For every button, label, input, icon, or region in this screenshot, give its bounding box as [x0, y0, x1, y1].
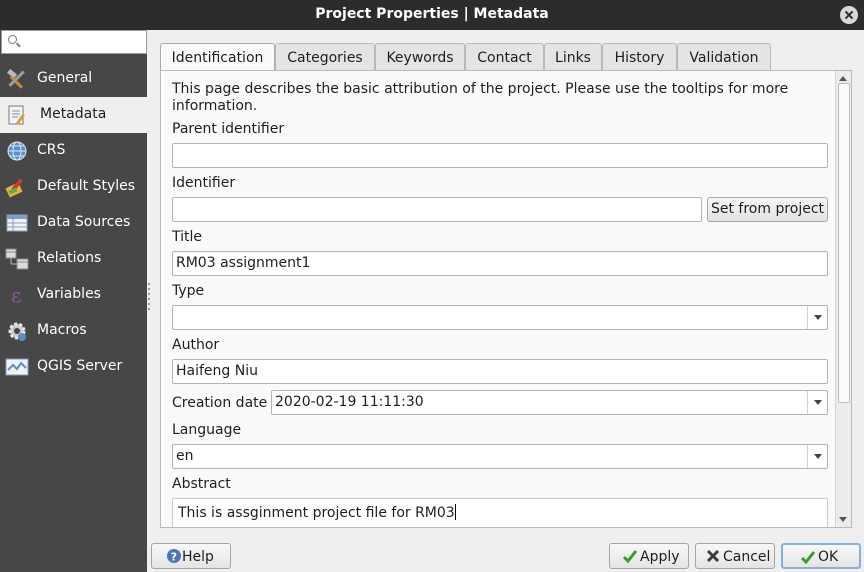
sidebar-item-label: Metadata: [40, 106, 107, 122]
creation-date-value: 2020-02-19 11:11:30: [275, 394, 424, 410]
chevron-down-icon[interactable]: [807, 391, 827, 414]
author-field[interactable]: Haifeng Niu: [172, 359, 828, 384]
sidebar-item-relations[interactable]: Relations: [0, 241, 147, 277]
globe-icon: [7, 141, 27, 161]
ok-button[interactable]: OK: [781, 543, 861, 569]
tab-validation[interactable]: Validation: [677, 43, 771, 71]
check-icon: [800, 551, 816, 565]
sidebar-search-input[interactable]: [1, 30, 147, 54]
title-bar[interactable]: Project Properties | Metadata: [0, 0, 864, 30]
svg-text:ε: ε: [11, 283, 21, 307]
help-label: Help: [182, 549, 214, 565]
scroll-down-icon[interactable]: [839, 517, 847, 522]
language-label: Language: [172, 422, 242, 438]
parent-identifier-field[interactable]: [172, 143, 828, 168]
sidebar-item-metadata[interactable]: Metadata: [0, 97, 147, 133]
sidebar-item-label: QGIS Server: [37, 358, 123, 374]
author-label: Author: [172, 337, 220, 353]
sidebar-item-label: Relations: [37, 250, 102, 266]
server-map-icon: [5, 358, 29, 376]
parent-identifier-label: Parent identifier: [172, 121, 285, 137]
sidebar-item-label: Macros: [37, 322, 87, 338]
sidebar-item-general[interactable]: General: [0, 61, 147, 97]
cancel-icon: [706, 549, 720, 563]
sidebar-splitter-handle[interactable]: [148, 283, 151, 313]
sidebar-item-label: Data Sources: [37, 214, 131, 230]
sidebar: General Metadata CRS Default Styles Data…: [0, 30, 147, 572]
abstract-textarea[interactable]: This is assginment project file for RM03: [172, 498, 828, 527]
title-field[interactable]: RM03 assignment1: [172, 251, 828, 276]
scroll-up-icon[interactable]: [839, 76, 847, 81]
sidebar-list: General Metadata CRS Default Styles Data…: [0, 61, 147, 385]
sidebar-item-label: Default Styles: [37, 178, 136, 194]
creation-date-label: Creation date: [172, 395, 268, 411]
tab-history[interactable]: History: [602, 43, 677, 71]
paint-brush-icon: [5, 178, 24, 198]
sidebar-item-macros[interactable]: Macros: [0, 313, 147, 349]
language-value: en: [176, 448, 194, 464]
type-combobox[interactable]: [172, 305, 828, 330]
epsilon-icon: ε: [11, 283, 21, 307]
help-icon: ?: [167, 549, 181, 564]
title-label: Title: [172, 229, 203, 245]
check-icon: [622, 550, 638, 564]
metadata-document-icon: [8, 105, 26, 126]
tab-links[interactable]: Links: [544, 43, 602, 71]
project-properties-window: Project Properties | Metadata General Me…: [0, 0, 864, 572]
sidebar-item-qgis-server[interactable]: QGIS Server: [0, 349, 147, 385]
identifier-label: Identifier: [172, 175, 236, 191]
abstract-text: This is assginment project file for RM03: [178, 505, 455, 521]
tab-identification[interactable]: Identification: [160, 43, 275, 72]
chevron-down-icon[interactable]: [807, 306, 827, 329]
sidebar-item-label: Variables: [37, 286, 101, 302]
sidebar-item-data-sources[interactable]: Data Sources: [0, 205, 147, 241]
tab-keywords[interactable]: Keywords: [375, 43, 465, 71]
scrollbar-thumb[interactable]: [838, 83, 850, 403]
cancel-label: Cancel: [723, 549, 771, 565]
sidebar-item-label: CRS: [37, 142, 66, 158]
type-label: Type: [172, 283, 205, 299]
window-title: Project Properties | Metadata: [315, 6, 549, 22]
help-button[interactable]: ? Help: [151, 543, 231, 569]
sidebar-item-default-styles[interactable]: Default Styles: [0, 169, 147, 205]
apply-button[interactable]: Apply: [609, 543, 689, 569]
svg-text:?: ?: [171, 551, 177, 564]
sidebar-item-crs[interactable]: CRS: [0, 133, 147, 169]
set-from-project-button[interactable]: Set from project: [707, 197, 828, 222]
sidebar-item-variables[interactable]: ε Variables: [0, 277, 147, 313]
hammer-wrench-icon: [7, 68, 25, 89]
relations-table-icon: [5, 248, 29, 270]
abstract-label: Abstract: [172, 476, 231, 492]
chevron-down-icon[interactable]: [807, 445, 827, 468]
tab-contact[interactable]: Contact: [465, 43, 544, 71]
tab-categories[interactable]: Categories: [275, 43, 375, 71]
apply-label: Apply: [640, 549, 680, 565]
sidebar-item-label: General: [37, 70, 93, 86]
page-scrollbar[interactable]: [835, 71, 851, 527]
text-cursor: [454, 504, 456, 520]
gear-script-icon: [8, 322, 26, 341]
identifier-field[interactable]: [172, 197, 702, 222]
search-icon: [8, 35, 17, 44]
identification-page: This page describes the basic attributio…: [160, 70, 852, 528]
cancel-button[interactable]: Cancel: [695, 543, 775, 569]
creation-date-picker[interactable]: 2020-02-19 11:11:30: [271, 390, 828, 415]
language-combobox[interactable]: en: [172, 444, 828, 469]
data-table-icon: [6, 214, 28, 232]
close-window-button[interactable]: [840, 6, 858, 24]
page-description: This page describes the basic attributio…: [172, 81, 789, 114]
ok-label: OK: [818, 549, 839, 565]
